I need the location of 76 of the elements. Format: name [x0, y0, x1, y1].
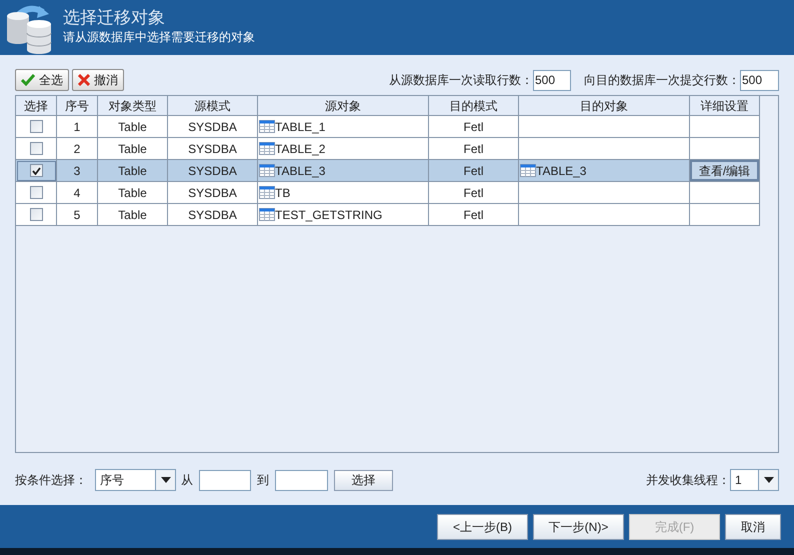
read-rows-label: 从源数据库一次读取行数：: [389, 72, 533, 89]
column-header: 源对象: [258, 96, 429, 116]
filter-dropdown[interactable]: 序号: [95, 469, 176, 491]
table-cell-text: SYSDBA: [188, 184, 237, 202]
column-header: 对象类型: [98, 96, 168, 116]
column-header: 源模式: [168, 96, 258, 116]
table-cell-text: 3: [74, 162, 80, 180]
table-cell-text: 4: [74, 184, 80, 202]
table-icon: [259, 120, 275, 133]
table-cell-text: Fetl: [463, 184, 484, 202]
table-row[interactable]: 3 Table SYSDBA TABLE_3 Fetl TABLE_3 查看/编辑: [16, 160, 760, 182]
table-cell-text: TABLE_2: [275, 140, 326, 158]
select-button[interactable]: 选择: [334, 470, 393, 490]
row-checkbox[interactable]: [30, 186, 42, 199]
table-cell-text: SYSDBA: [188, 118, 237, 136]
wizard-button[interactable]: <上一步(B): [437, 514, 528, 540]
table-cell-text: Fetl: [463, 206, 484, 224]
table-cell-text: Table: [118, 118, 147, 136]
from-label: 从: [181, 472, 193, 489]
column-header: 选择: [16, 96, 57, 116]
table-cell-text: SYSDBA: [188, 206, 237, 224]
table-cell-text: 5: [74, 206, 80, 224]
table-icon: [259, 208, 275, 221]
commit-rows-label: 向目的数据库一次提交行数：: [584, 72, 740, 89]
table-cell-text: TABLE_3: [275, 162, 326, 180]
cross-icon: [78, 74, 90, 86]
table-cell-text: Fetl: [463, 140, 484, 158]
table-cell-text: SYSDBA: [188, 140, 237, 158]
row-checkbox[interactable]: [30, 142, 42, 155]
table-icon: [259, 164, 275, 177]
column-header: 详细设置: [690, 96, 760, 116]
row-checkbox[interactable]: [30, 164, 42, 177]
commit-rows-field[interactable]: 500: [740, 70, 779, 90]
view-edit-button[interactable]: 查看/编辑: [690, 160, 759, 181]
column-header: 目的对象: [519, 96, 690, 116]
dropdown-arrow-icon: [764, 477, 774, 483]
table-cell-text: Table: [118, 206, 147, 224]
table-cell-text: Fetl: [463, 162, 484, 180]
from-field[interactable]: [199, 470, 251, 490]
table-row[interactable]: 2 Table SYSDBA TABLE_2 Fetl: [16, 138, 760, 160]
table-cell-text: TABLE_1: [275, 118, 326, 136]
cancel-button[interactable]: 撤消: [72, 69, 124, 91]
table-cell-text: TB: [275, 184, 290, 202]
wizard-button[interactable]: 下一步(N)>: [533, 514, 624, 540]
table-cell-text: TABLE_3: [536, 162, 586, 180]
checkmark-icon: [21, 74, 35, 86]
select-all-button[interactable]: 全选: [15, 69, 69, 91]
table-row[interactable]: 5 Table SYSDBA TEST_GETSTRING Fetl: [16, 204, 760, 226]
to-field[interactable]: [275, 470, 328, 490]
table-cell-text: SYSDBA: [188, 162, 237, 180]
checkmark-icon: [32, 166, 40, 174]
row-checkbox[interactable]: [30, 120, 42, 133]
table-row[interactable]: 4 Table SYSDBA TB Fetl: [16, 182, 760, 204]
threads-label: 并发收集线程：: [646, 472, 730, 489]
table-icon: [259, 142, 275, 155]
table-cell-text: TEST_GETSTRING: [275, 206, 382, 224]
table-cell-text: Table: [118, 184, 147, 202]
dropdown-arrow-icon: [160, 477, 170, 483]
table-cell-text: Table: [118, 162, 147, 180]
page-title: 选择迁移对象: [63, 8, 166, 28]
table-cell-text: 2: [74, 140, 80, 158]
table-row[interactable]: 1 Table SYSDBA TABLE_1 Fetl: [16, 116, 760, 138]
table-icon: [520, 164, 536, 177]
column-header: 目的模式: [429, 96, 519, 116]
page-subtitle: 请从源数据库中选择需要迁移的对象: [63, 29, 255, 46]
table-cell-text: 1: [74, 118, 80, 136]
table-icon: [259, 186, 275, 199]
table-cell-text: Fetl: [463, 118, 484, 136]
wizard-button[interactable]: 取消: [725, 514, 781, 540]
column-header: 序号: [57, 96, 98, 116]
read-rows-field[interactable]: 500: [533, 70, 571, 90]
table-cell-text: Table: [118, 140, 147, 158]
threads-dropdown[interactable]: 1: [730, 469, 779, 491]
to-label: 到: [257, 472, 269, 489]
row-checkbox[interactable]: [30, 208, 42, 221]
filter-label: 按条件选择：: [15, 472, 87, 489]
